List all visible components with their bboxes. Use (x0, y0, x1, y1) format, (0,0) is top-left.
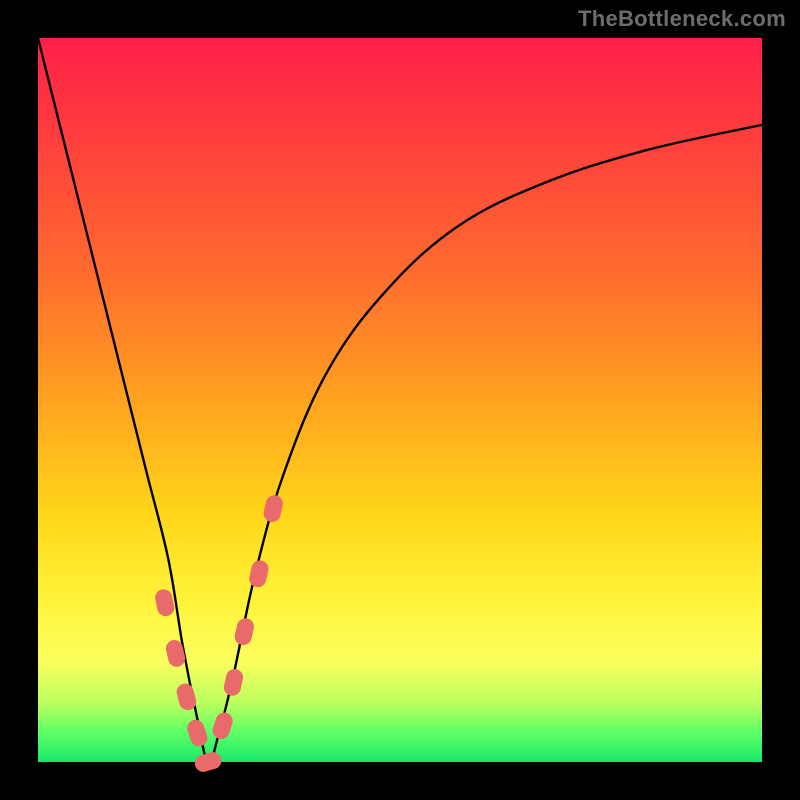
chart-stage: TheBottleneck.com (0, 0, 800, 800)
curve-marker (263, 494, 284, 523)
curve-marker (223, 668, 244, 697)
bottleneck-curve (38, 38, 762, 762)
curve-marker (154, 588, 175, 617)
curve-marker (186, 718, 209, 748)
curve-marker (234, 617, 255, 646)
watermark-text: TheBottleneck.com (578, 6, 786, 32)
curve-marker (211, 711, 234, 741)
curve-marker (175, 682, 197, 711)
curve-layer (38, 38, 762, 762)
curve-marker (193, 751, 222, 774)
curve-marker (248, 559, 270, 588)
plot-area (38, 38, 762, 762)
